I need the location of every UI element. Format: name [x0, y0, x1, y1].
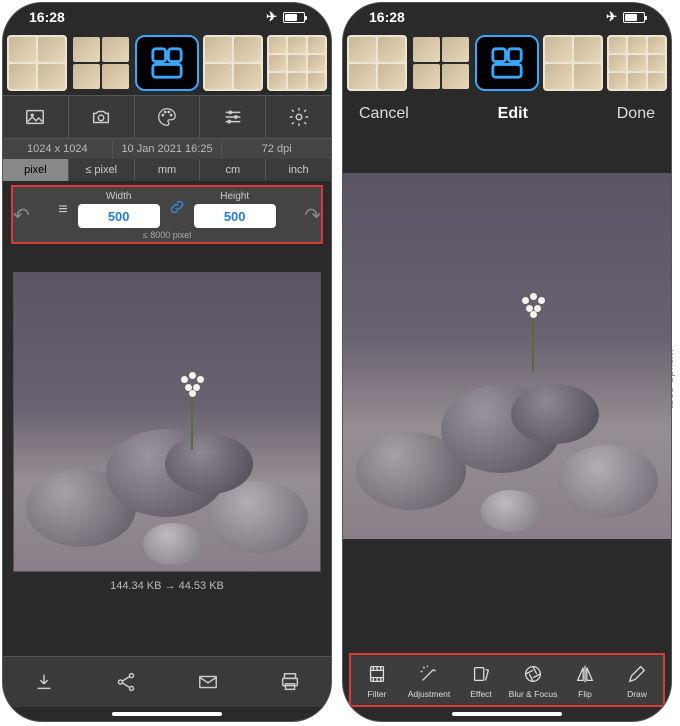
flip-icon — [574, 663, 596, 685]
share-button[interactable] — [85, 657, 167, 707]
status-bar: 16:28 ✈ — [3, 3, 331, 31]
collage-icon — [490, 46, 524, 80]
layout-launcher-button[interactable] — [475, 35, 539, 91]
bottom-actions — [3, 656, 331, 707]
tool-adjustment[interactable]: Adjustment — [403, 655, 455, 705]
edit-header: Cancel Edit Done — [343, 95, 671, 133]
main-toolbar — [3, 95, 331, 139]
cancel-button[interactable]: Cancel — [359, 105, 409, 123]
image-info-row: 1024 x 1024 10 Jan 2021 16:25 72 dpi — [3, 139, 331, 159]
unit-lte-pixel[interactable]: ≤ pixel — [69, 159, 135, 181]
battery-icon — [623, 12, 645, 23]
pencil-icon — [626, 663, 648, 685]
status-time: 16:28 — [29, 9, 65, 25]
info-date: 10 Jan 2021 16:25 — [113, 139, 223, 159]
status-bar: 16:28 ✈ — [343, 3, 671, 31]
layout-thumb[interactable] — [203, 35, 263, 91]
battery-icon — [283, 12, 305, 23]
collage-icon — [150, 46, 184, 80]
size-panel: ≡ Width 500 Height 500 ≤ 8000 pixel — [11, 185, 323, 244]
email-button[interactable] — [167, 657, 249, 707]
layout-strip — [343, 31, 671, 95]
unit-tabs: pixel ≤ pixel mm cm inch — [3, 159, 331, 181]
filesize-stats: 144.34 KB → 44.53 KB — [3, 580, 331, 592]
unit-cm[interactable]: cm — [200, 159, 266, 181]
tool-filter[interactable]: Filter — [351, 655, 403, 705]
film-icon — [366, 663, 388, 685]
print-button[interactable] — [249, 657, 331, 707]
link-icon — [168, 198, 186, 216]
menu-icon[interactable]: ≡ — [58, 201, 67, 219]
camera-button[interactable] — [69, 96, 135, 138]
height-label: Height — [220, 191, 249, 202]
edit-title: Edit — [498, 105, 528, 123]
home-indicator[interactable] — [343, 707, 671, 721]
edit-tools-bar: Filter Adjustment Effect Blur & Focus Fl… — [349, 653, 665, 707]
layout-thumb[interactable] — [543, 35, 603, 91]
image-preview[interactable] — [343, 173, 671, 539]
done-button[interactable]: Done — [617, 105, 655, 123]
layout-thumb[interactable] — [7, 35, 67, 91]
link-aspect-button[interactable] — [168, 198, 186, 221]
tool-effect[interactable]: Effect — [455, 655, 507, 705]
height-input[interactable]: 500 — [194, 204, 276, 228]
unit-pixel[interactable]: pixel — [3, 159, 69, 181]
phone-left: 16:28 ✈ 1024 x 1024 10 Jan 2021 16:25 72… — [2, 2, 332, 722]
phone-right: 16:28 ✈ Cancel Edit Done Filter Adjustme… — [342, 2, 672, 722]
gear-icon — [288, 106, 310, 128]
info-dimensions: 1024 x 1024 — [3, 139, 113, 159]
airplane-mode-icon: ✈ — [266, 9, 277, 25]
size-hint: ≤ 8000 pixel — [143, 230, 191, 240]
airplane-mode-icon: ✈ — [606, 9, 617, 25]
redo-button[interactable]: ↷ — [304, 203, 321, 228]
info-dpi: 72 dpi — [222, 139, 331, 159]
download-icon — [33, 671, 55, 693]
layout-thumb[interactable] — [71, 35, 131, 91]
tool-draw[interactable]: Draw — [611, 655, 663, 705]
share-icon — [115, 671, 137, 693]
cards-icon — [470, 663, 492, 685]
aperture-icon — [522, 663, 544, 685]
download-button[interactable] — [3, 657, 85, 707]
width-label: Width — [106, 191, 132, 202]
layout-thumb[interactable] — [347, 35, 407, 91]
palette-icon — [156, 106, 178, 128]
camera-icon — [90, 106, 112, 128]
mail-icon — [197, 671, 219, 693]
layout-launcher-button[interactable] — [135, 35, 199, 91]
image-icon — [24, 106, 46, 128]
layout-thumb[interactable] — [411, 35, 471, 91]
tool-blur-focus[interactable]: Blur & Focus — [507, 655, 559, 705]
layout-strip — [3, 31, 331, 95]
layout-thumb[interactable] — [607, 35, 667, 91]
tool-flip[interactable]: Flip — [559, 655, 611, 705]
sliders-button[interactable] — [200, 96, 266, 138]
home-indicator[interactable] — [3, 707, 331, 721]
image-preview[interactable] — [13, 272, 321, 572]
status-time: 16:28 — [369, 9, 405, 25]
undo-button[interactable]: ↶ — [13, 203, 30, 228]
print-icon — [279, 671, 301, 693]
layout-thumb[interactable] — [267, 35, 327, 91]
gallery-button[interactable] — [3, 96, 69, 138]
sliders-icon — [222, 106, 244, 128]
unit-inch[interactable]: inch — [266, 159, 331, 181]
settings-button[interactable] — [266, 96, 331, 138]
wand-icon — [418, 663, 440, 685]
width-input[interactable]: 500 — [78, 204, 160, 228]
palette-button[interactable] — [135, 96, 201, 138]
unit-mm[interactable]: mm — [135, 159, 201, 181]
